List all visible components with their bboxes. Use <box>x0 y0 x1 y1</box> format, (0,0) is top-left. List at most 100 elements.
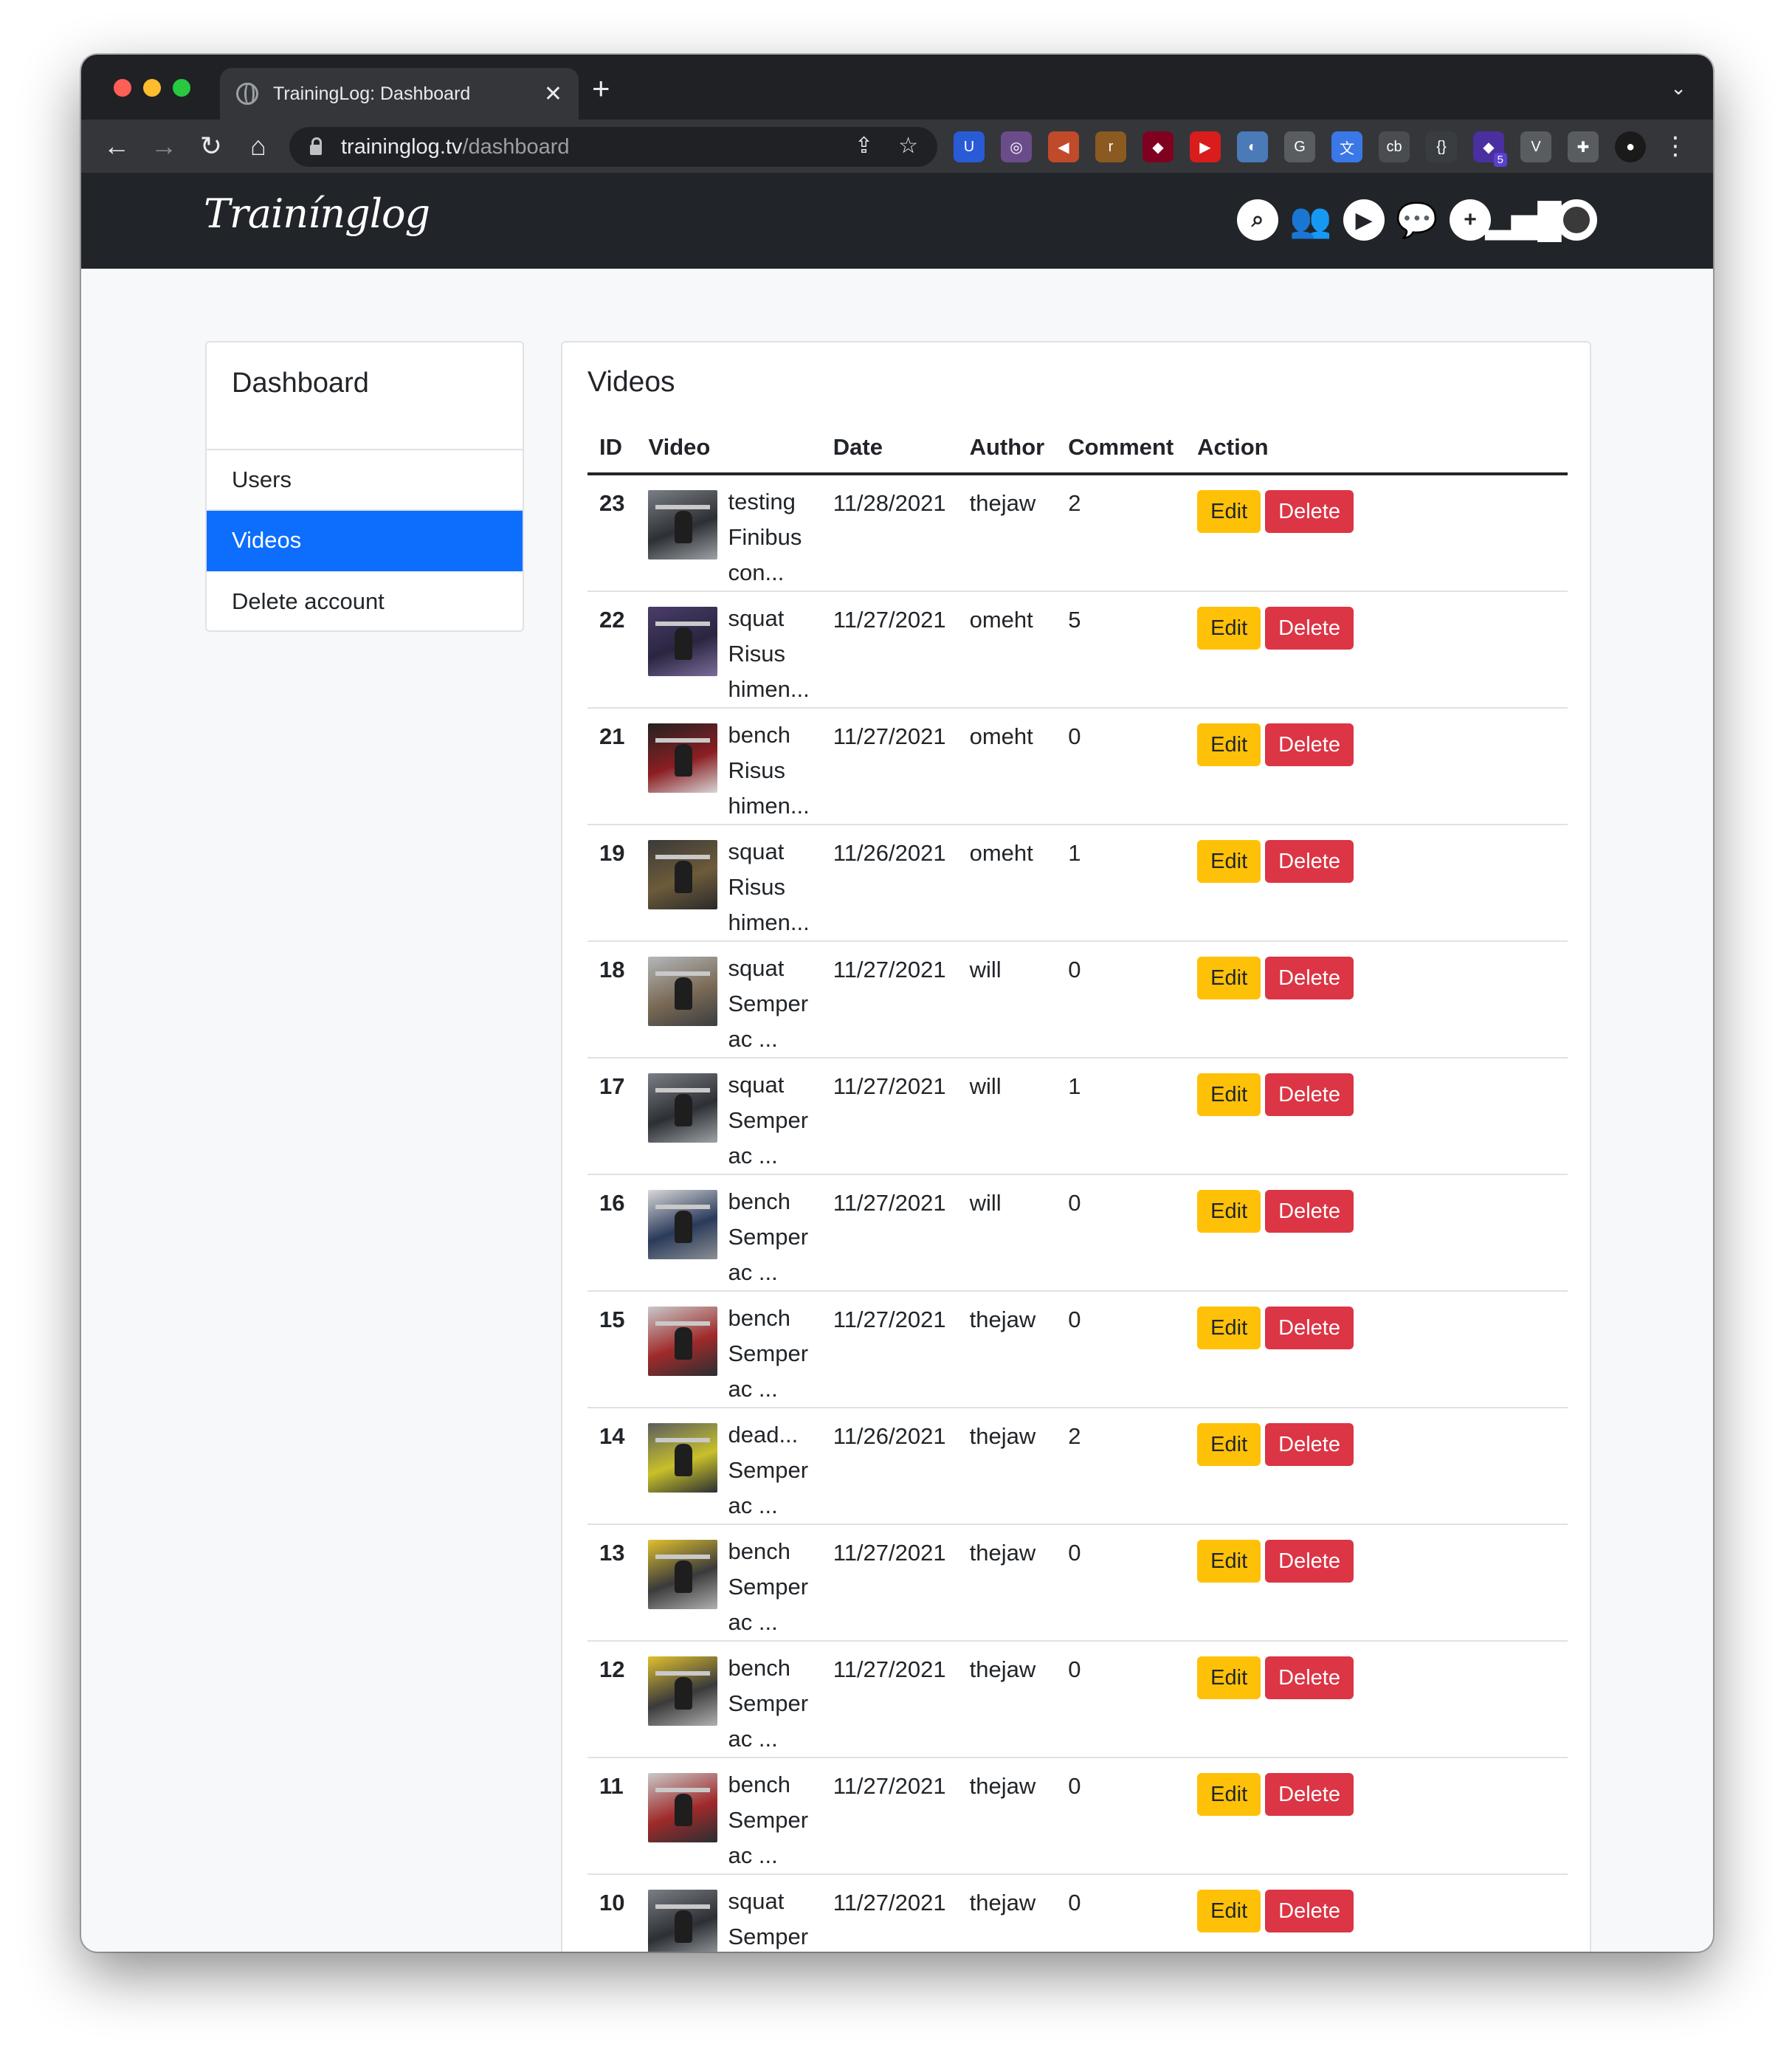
share-icon[interactable]: ⇪ <box>855 133 873 159</box>
edit-button[interactable]: Edit <box>1197 840 1261 883</box>
address-bar[interactable]: traininglog.tv/dashboard ⇪ ☆ <box>289 127 937 167</box>
comments-icon[interactable]: 💬 <box>1396 199 1438 241</box>
video-id: 12 <box>587 1641 637 1758</box>
edit-button[interactable]: Edit <box>1197 607 1261 650</box>
video-thumbnail[interactable] <box>648 1773 718 1842</box>
delete-button[interactable]: Delete <box>1265 1190 1354 1233</box>
edit-button[interactable]: Edit <box>1197 1307 1261 1349</box>
video-thumbnail[interactable] <box>648 1890 718 1952</box>
edit-button[interactable]: Edit <box>1197 1656 1261 1699</box>
close-tab-icon[interactable]: ✕ <box>544 81 562 107</box>
ublock-icon[interactable]: ◆ <box>1143 131 1174 162</box>
delete-button[interactable]: Delete <box>1265 840 1354 883</box>
delete-button[interactable]: Delete <box>1265 1540 1354 1583</box>
tab-search-icon[interactable]: ⌄ <box>1670 77 1686 100</box>
video-title[interactable]: squat <box>728 1884 809 1919</box>
puzzle-icon[interactable]: ✚ <box>1568 131 1599 162</box>
video-title[interactable]: squat <box>728 1067 809 1103</box>
close-window-button[interactable] <box>114 79 131 97</box>
edit-button[interactable]: Edit <box>1197 723 1261 766</box>
edit-button[interactable]: Edit <box>1197 1190 1261 1233</box>
video-title[interactable]: bench <box>728 717 809 753</box>
extension-icon[interactable]: ◆ 5 <box>1473 131 1507 167</box>
column-header-video: Video <box>636 422 821 475</box>
video-thumbnail[interactable] <box>648 957 718 1026</box>
browser-menu-icon[interactable]: ⋮ <box>1663 131 1688 161</box>
video-author: thejaw <box>957 1641 1057 1758</box>
extension-icon[interactable]: ◎ <box>1001 131 1032 162</box>
play-icon[interactable]: ▶ <box>1343 199 1385 241</box>
edit-button[interactable]: Edit <box>1197 1423 1261 1466</box>
video-thumbnail[interactable] <box>648 840 718 909</box>
extension-icon[interactable]: U <box>954 131 985 162</box>
avatar[interactable] <box>1556 199 1597 241</box>
bookmark-star-icon[interactable]: ☆ <box>898 133 918 159</box>
site-logo[interactable]: Trainínglog <box>204 190 430 237</box>
delete-button[interactable]: Delete <box>1265 1773 1354 1816</box>
users-icon[interactable]: 👥 <box>1289 199 1331 241</box>
video-title[interactable]: bench <box>728 1650 809 1686</box>
video-title[interactable]: testing <box>728 484 809 520</box>
extension-icon[interactable]: G <box>1284 131 1315 162</box>
sidebar-item-delete-account[interactable]: Delete account <box>207 571 523 630</box>
delete-button[interactable]: Delete <box>1265 490 1354 533</box>
video-thumbnail[interactable] <box>648 1656 718 1726</box>
video-thumbnail[interactable] <box>648 1540 718 1609</box>
video-title[interactable]: bench <box>728 1301 809 1336</box>
delete-button[interactable]: Delete <box>1265 1423 1354 1466</box>
video-comment-count: 1 <box>1056 1058 1186 1175</box>
lock-icon <box>310 137 322 155</box>
extension-icon[interactable]: ◐ <box>1237 131 1268 162</box>
video-title[interactable]: bench <box>728 1184 809 1219</box>
back-icon[interactable]: ← <box>100 130 133 162</box>
delete-button[interactable]: Delete <box>1265 1307 1354 1349</box>
edit-button[interactable]: Edit <box>1197 1773 1261 1816</box>
extension-icon[interactable]: V <box>1520 131 1551 162</box>
search-icon[interactable]: ⌕ <box>1237 199 1278 241</box>
edit-button[interactable]: Edit <box>1197 1073 1261 1116</box>
video-title[interactable]: bench <box>728 1767 809 1803</box>
delete-button[interactable]: Delete <box>1265 1890 1354 1932</box>
edit-button[interactable]: Edit <box>1197 957 1261 999</box>
profile-avatar[interactable]: ● <box>1615 131 1646 162</box>
video-thumbnail[interactable] <box>648 1190 718 1259</box>
edit-button[interactable]: Edit <box>1197 490 1261 533</box>
maximize-window-button[interactable] <box>173 79 190 97</box>
sidebar-item-users[interactable]: Users <box>207 450 523 511</box>
video-thumbnail[interactable] <box>648 1307 718 1376</box>
edit-button[interactable]: Edit <box>1197 1890 1261 1932</box>
extension-icon[interactable]: {} <box>1426 131 1457 162</box>
video-thumbnail[interactable] <box>648 723 718 793</box>
reload-icon[interactable]: ↻ <box>195 130 227 162</box>
stats-icon[interactable]: ▂▅█ <box>1485 199 1561 241</box>
delete-button[interactable]: Delete <box>1265 723 1354 766</box>
delete-button[interactable]: Delete <box>1265 957 1354 999</box>
delete-button[interactable]: Delete <box>1265 1656 1354 1699</box>
video-title[interactable]: squat <box>728 951 809 986</box>
video-thumbnail[interactable] <box>648 607 718 676</box>
video-thumbnail[interactable] <box>648 1423 718 1493</box>
extension-icon[interactable]: r <box>1095 131 1126 162</box>
edit-button[interactable]: Edit <box>1197 1540 1261 1583</box>
video-title[interactable]: dead... <box>728 1417 809 1453</box>
extension-icon[interactable]: cb <box>1379 131 1410 162</box>
sidebar-item-videos[interactable]: Videos <box>207 511 523 571</box>
video-title[interactable]: squat <box>728 834 809 870</box>
video-title[interactable]: squat <box>728 601 809 636</box>
browser-tab[interactable]: TrainingLog: Dashboard ✕ <box>220 68 579 120</box>
delete-button[interactable]: Delete <box>1265 607 1354 650</box>
video-title[interactable]: bench <box>728 1534 809 1569</box>
video-description: Risus himen... <box>728 874 810 935</box>
video-thumbnail[interactable] <box>648 1073 718 1143</box>
extension-icon[interactable]: ▶ <box>1190 131 1221 162</box>
home-icon[interactable]: ⌂ <box>242 130 275 162</box>
site-navbar: Trainínglog ⌕ 👥 ▶ 💬 + ▂▅█ <box>81 173 1713 269</box>
minimize-window-button[interactable] <box>143 79 161 97</box>
new-tab-button[interactable]: + <box>592 73 610 104</box>
video-comment-count: 0 <box>1056 1758 1186 1875</box>
extension-icon[interactable]: ◀ <box>1048 131 1079 162</box>
delete-button[interactable]: Delete <box>1265 1073 1354 1116</box>
forward-icon[interactable]: → <box>148 130 180 162</box>
video-thumbnail[interactable] <box>648 490 718 560</box>
translate-icon[interactable]: 文 <box>1331 131 1362 162</box>
